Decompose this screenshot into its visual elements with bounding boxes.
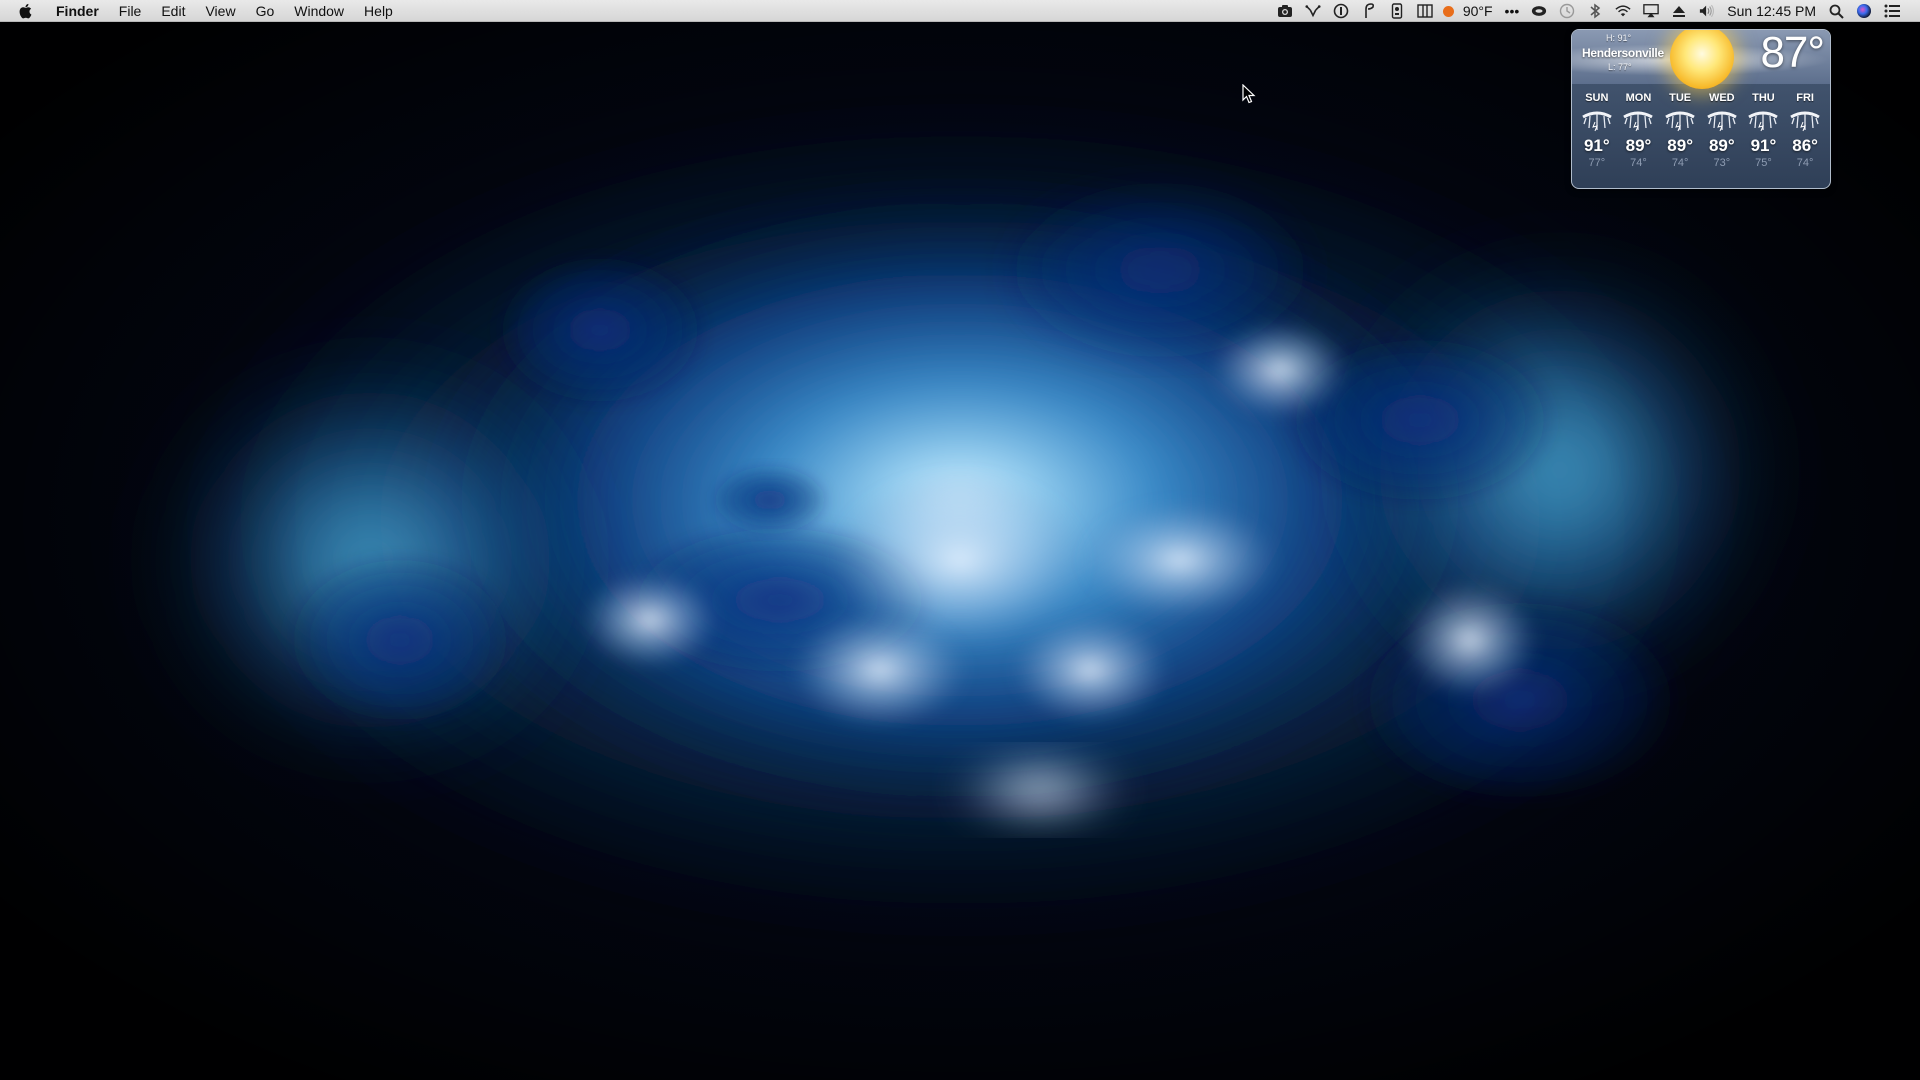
weather-current-temp: 87° [1760,29,1825,77]
tool-icon[interactable] [1305,3,1321,19]
thunderstorm-icon [1621,110,1655,132]
menu-bar: Finder File Edit View Go Window Help 90°… [0,0,1920,22]
weather-high: H: 91° [1606,33,1632,43]
eject-icon[interactable] [1671,3,1687,19]
wifi-icon[interactable] [1615,3,1631,19]
forecast-day: MON 89° 74° [1618,84,1658,188]
camera-icon[interactable] [1277,3,1293,19]
weather-city: Hendersonville [1582,46,1664,60]
weather-forecast: SUN 91° 77° MON 89° 74° TUE 89° 74° WED … [1572,84,1830,188]
thunderstorm-icon [1705,110,1739,132]
forecast-low: 73° [1713,157,1731,169]
pen-icon[interactable] [1361,3,1377,19]
forecast-high: 86° [1792,136,1818,155]
thunderstorm-icon [1580,110,1614,132]
forecast-high: 91° [1583,136,1610,155]
forecast-low: 74° [1796,157,1814,169]
menu-view[interactable]: View [195,0,245,22]
forecast-day: WED 89° 73° [1702,84,1742,188]
thunderstorm-icon [1663,110,1697,132]
menu-go[interactable]: Go [246,0,285,22]
temperature-dot-icon [1442,5,1454,17]
menu-app-finder[interactable]: Finder [46,0,109,22]
siri-icon[interactable] [1856,3,1872,19]
forecast-low: 74° [1671,157,1689,169]
forecast-low: 77° [1588,157,1606,169]
sun-icon [1670,30,1734,89]
forecast-day-name: MON [1625,92,1652,104]
forecast-day-name: FRI [1796,92,1814,104]
forecast-high: 89° [1667,136,1693,155]
forecast-high: 91° [1750,136,1777,155]
menu-window[interactable]: Window [284,0,354,22]
more-dots-icon[interactable]: ••• [1505,0,1520,22]
desktop[interactable]: Finder File Edit View Go Window Help 90°… [0,0,1920,1080]
timer-icon[interactable] [1389,3,1405,19]
forecast-day: SUN 91° 77° [1577,84,1617,188]
forecast-high: 89° [1708,136,1735,155]
weather-header: H: 91° Hendersonville L: 77° 87° [1572,29,1830,89]
forecast-day-name: TUE [1669,92,1692,104]
forecast-day: THU 91° 75° [1743,84,1783,188]
forecast-low: 75° [1755,157,1772,169]
menu-edit[interactable]: Edit [151,0,195,22]
cloud-eye-icon[interactable] [1531,3,1547,19]
thunderstorm-icon [1788,110,1822,132]
notification-list-icon[interactable] [1884,3,1900,19]
menu-file[interactable]: File [109,0,152,22]
mouse-cursor-icon [1242,84,1256,104]
time-machine-icon[interactable] [1559,3,1575,19]
forecast-day-name: THU [1752,92,1775,104]
airplay-icon[interactable] [1643,3,1660,19]
forecast-day-name: WED [1708,92,1735,104]
thunderstorm-icon [1746,110,1780,132]
forecast-day-name: SUN [1585,92,1609,104]
weather-widget[interactable]: H: 91° Hendersonville L: 77° 87° SUN 91°… [1571,29,1831,189]
forecast-low: 74° [1630,157,1647,169]
apple-icon[interactable] [18,3,34,19]
weather-low: L: 77° [1608,62,1632,72]
search-icon[interactable] [1828,3,1844,19]
menu-help[interactable]: Help [354,0,403,22]
columns-icon[interactable] [1417,3,1433,19]
volume-icon[interactable] [1699,3,1715,19]
info-circle-icon[interactable] [1333,3,1349,19]
forecast-high: 89° [1625,136,1652,155]
temperature-status[interactable]: 90°F [1463,0,1493,22]
forecast-day: FRI 86° 74° [1785,84,1825,188]
menu-clock[interactable]: Sun 12:45 PM [1727,0,1816,22]
bluetooth-icon[interactable] [1587,3,1603,19]
forecast-day: TUE 89° 74° [1660,84,1700,188]
